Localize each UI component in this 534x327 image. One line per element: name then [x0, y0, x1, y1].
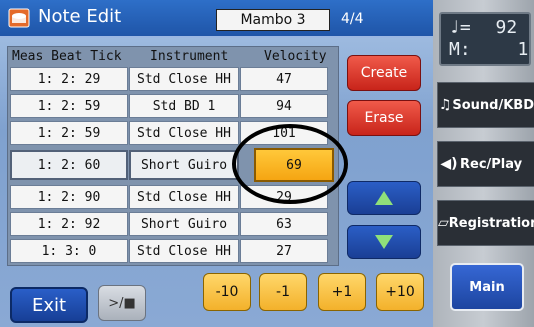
- table-row-position[interactable]: 1: 2: 59: [10, 121, 128, 145]
- selected-velocity-field[interactable]: 69: [254, 148, 334, 182]
- up-arrow-icon: [375, 191, 393, 205]
- registration-label: Registration: [448, 215, 534, 231]
- scroll-up-button[interactable]: [347, 181, 421, 215]
- table-row-instrument[interactable]: Std BD 1: [129, 94, 239, 118]
- lcd-panel: Note Edit Mambo 3 4/4 Meas Beat Tick Ins…: [0, 0, 433, 327]
- table-row-velocity[interactable]: 63: [240, 212, 328, 236]
- create-button[interactable]: Create: [347, 55, 421, 91]
- tempo-line: ♩= 92: [449, 17, 517, 38]
- plus-1-button[interactable]: +1: [318, 273, 366, 311]
- table-row-velocity[interactable]: 101: [240, 121, 328, 145]
- header-instrument: Instrument: [150, 49, 229, 64]
- measure-label: M:: [449, 39, 471, 60]
- measure-value: 1: [517, 39, 529, 60]
- main-button[interactable]: Main: [450, 263, 524, 311]
- table-row-position[interactable]: 1: 2: 59: [10, 94, 128, 118]
- selected-row-instrument[interactable]: Short Guiro: [129, 150, 239, 180]
- table-row-velocity[interactable]: 27: [240, 239, 328, 263]
- registration-icon: ▱: [438, 215, 449, 231]
- speaker-icon: ◀): [440, 156, 458, 172]
- table-row-position[interactable]: 1: 2: 92: [10, 212, 128, 236]
- rec-play-button[interactable]: ◀) Rec/Play: [437, 141, 534, 187]
- table-row-instrument[interactable]: Std Close HH: [129, 185, 239, 209]
- header-position: Meas Beat Tick: [12, 49, 122, 64]
- header-velocity: Velocity: [264, 49, 327, 64]
- sound-kbd-label: Sound/KBD: [452, 97, 534, 113]
- table-row-position[interactable]: 1: 2: 90: [10, 185, 128, 209]
- table-row-position[interactable]: 1: 3: 0: [10, 239, 128, 263]
- tempo-display: ♩= 92 M: 1: [439, 12, 531, 66]
- page-indicator: 4/4: [341, 11, 364, 27]
- scroll-down-button[interactable]: [347, 225, 421, 259]
- minus-1-button[interactable]: -1: [259, 273, 307, 311]
- selected-row-position[interactable]: 1: 2: 60: [10, 150, 128, 180]
- table-row-velocity[interactable]: 94: [240, 94, 328, 118]
- note-edit-screen: Note Edit Mambo 3 4/4 Meas Beat Tick Ins…: [0, 0, 534, 327]
- tempo-value: 92: [495, 17, 518, 38]
- table-row-velocity[interactable]: 29: [240, 185, 328, 209]
- table-row-instrument[interactable]: Short Guiro: [129, 212, 239, 236]
- play-stop-button[interactable]: >/■: [98, 285, 146, 321]
- sound-kbd-button[interactable]: ♫ Sound/KBD: [437, 82, 534, 128]
- registration-button[interactable]: ▱ Registration: [437, 200, 534, 246]
- table-row-instrument[interactable]: Std Close HH: [129, 239, 239, 263]
- table-row-position[interactable]: 1: 2: 29: [10, 67, 128, 91]
- page-title: Note Edit: [38, 6, 122, 27]
- quarter-note-icon: ♩=: [449, 17, 471, 38]
- table-row-instrument[interactable]: Std Close HH: [129, 121, 239, 145]
- rec-play-label: Rec/Play: [460, 156, 523, 172]
- measure-line: M: 1: [449, 39, 528, 60]
- down-arrow-icon: [375, 235, 393, 249]
- note-table: Meas Beat Tick Instrument Velocity 1: 2:…: [7, 46, 339, 266]
- exit-button[interactable]: Exit: [10, 287, 88, 323]
- music-note-icon: ♫: [438, 97, 452, 113]
- table-row-velocity[interactable]: 47: [240, 67, 328, 91]
- title-bar: Note Edit Mambo 3 4/4: [0, 0, 433, 38]
- table-row-instrument[interactable]: Std Close HH: [129, 67, 239, 91]
- song-name: Mambo 3: [216, 9, 330, 31]
- minus-10-button[interactable]: -10: [203, 273, 251, 311]
- erase-button[interactable]: Erase: [347, 100, 421, 136]
- plus-10-button[interactable]: +10: [376, 273, 424, 311]
- drum-icon: [8, 8, 30, 28]
